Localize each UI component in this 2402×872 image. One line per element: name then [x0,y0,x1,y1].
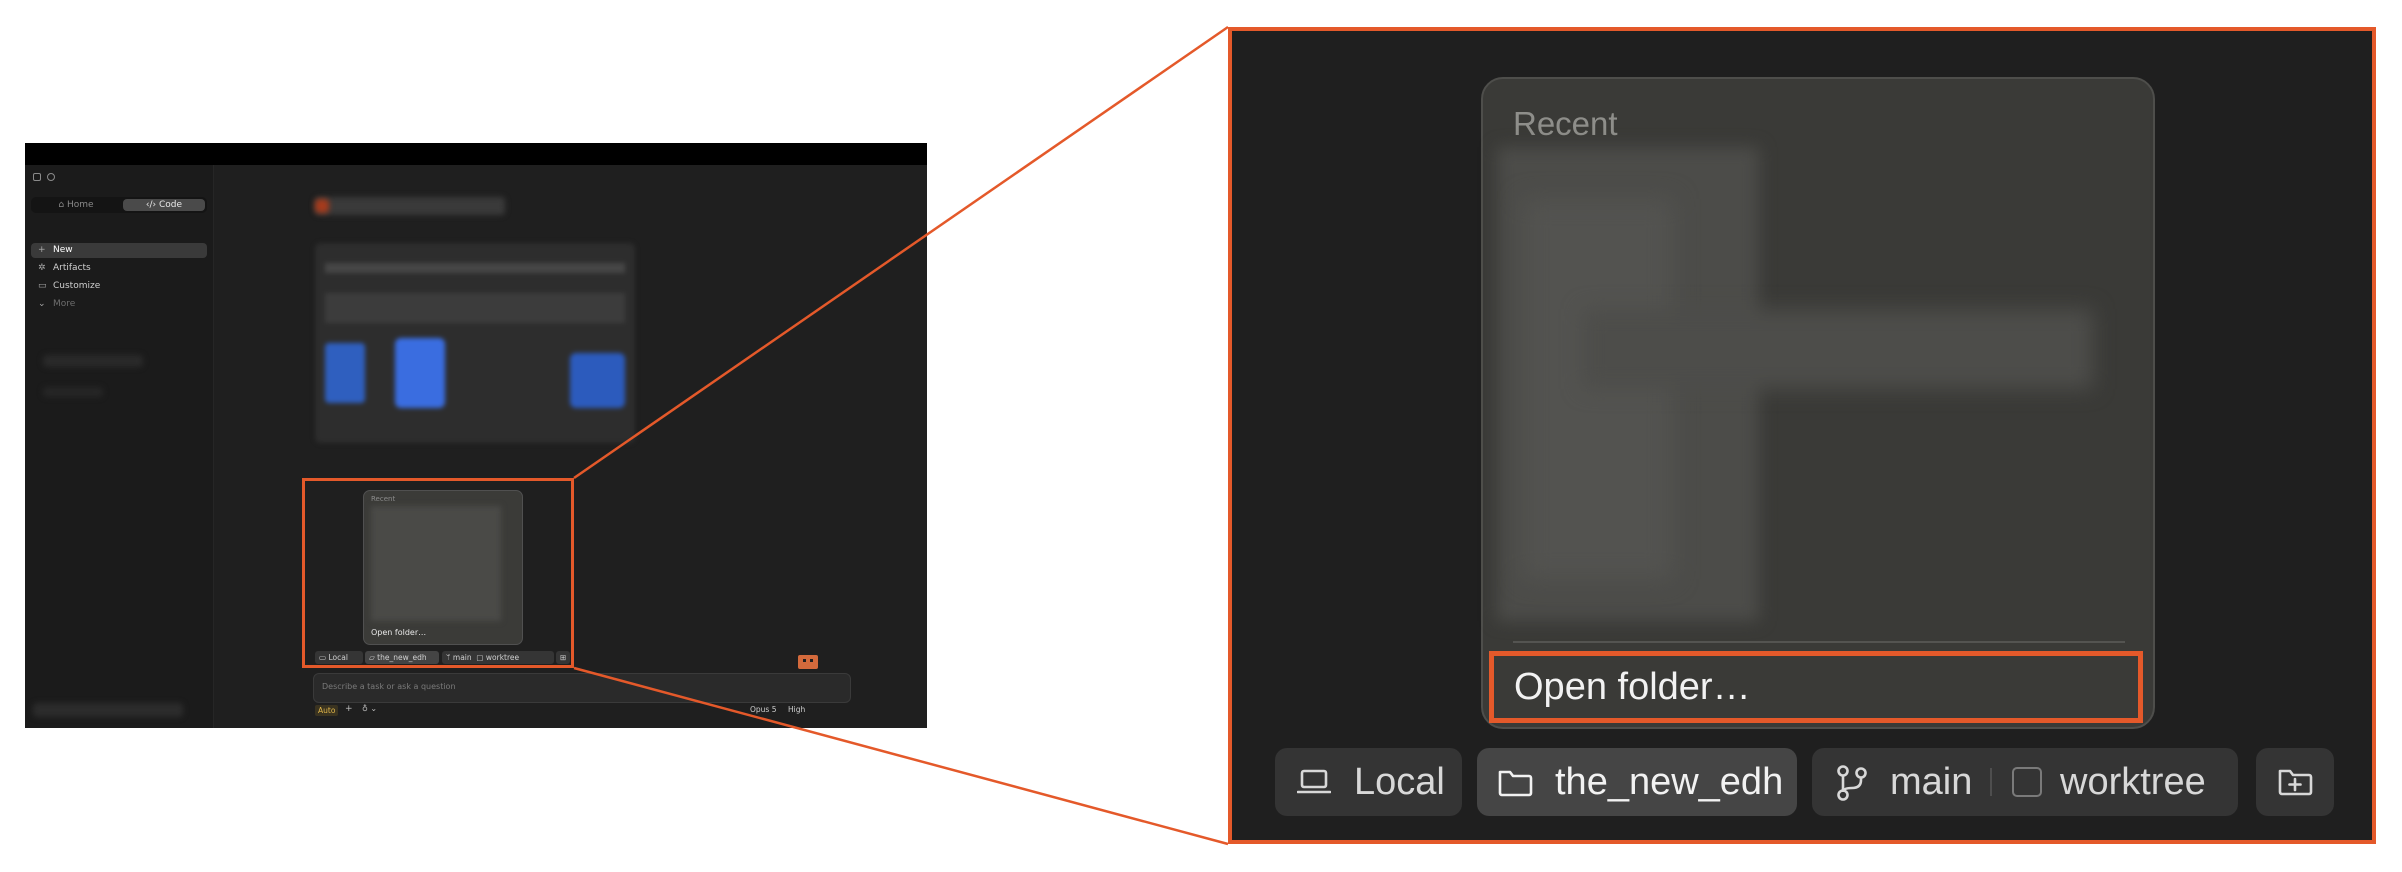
folder-label: the_new_edh [1555,761,1784,803]
model-selector[interactable]: Opus 5 [750,705,776,714]
zoom-source-highlight [302,478,574,668]
chevron-down-icon: ⌄ [38,299,46,309]
blurred-heading-icon [315,199,329,213]
local-label: Local [1354,761,1445,803]
sidebar-item-new[interactable]: + New [31,243,207,258]
chip-divider [1990,768,1992,796]
branch-label: main [1890,761,1973,803]
title-bar [25,143,927,165]
sidebar-toggle-icon[interactable] [33,173,41,181]
blurred-session-item [43,387,103,397]
worktree-checkbox[interactable] [2012,767,2042,797]
sidebar-item-more[interactable]: ⌄ More [31,297,207,312]
plus-icon: + [38,245,46,255]
sidebar-item-customize[interactable]: ▭ Customize [31,279,207,294]
blurred-heading [315,197,505,215]
new-folder-button[interactable] [2256,748,2334,816]
sidebar-item-artifacts[interactable]: ✲ Artifacts [31,261,207,276]
mode-badge[interactable]: Auto [315,705,339,716]
search-icon[interactable] [47,173,55,181]
mic-icon[interactable]: ♁ ⌄ [362,704,377,713]
recent-popup: Recent Open folder… [1481,77,2155,729]
tab-home[interactable]: ⌂ Home [35,199,117,211]
sidebar-item-label: New [53,245,73,255]
divider [1513,641,2125,643]
tab-code-label: Code [159,200,183,210]
folder-icon [1498,770,1533,797]
customize-icon: ▭ [38,281,47,291]
blurred-session-list [43,355,143,367]
effort-selector[interactable]: High [788,705,805,714]
add-icon[interactable]: + [345,704,353,714]
artifacts-icon: ✲ [38,263,46,273]
prompt-input[interactable]: Describe a task or ask a question [313,673,851,703]
sidebar-item-label: More [53,299,76,309]
folder-chip[interactable]: the_new_edh [1477,748,1797,816]
folder-plus-icon [2278,769,2313,796]
mascot-icon [798,655,818,669]
local-chip[interactable]: Local [1275,748,1462,816]
sidebar-item-label: Artifacts [53,263,91,273]
laptop-icon [1297,769,1331,794]
worktree-label: worktree [2060,761,2206,803]
open-folder-item[interactable]: Open folder… [1489,651,2143,723]
sidebar-item-label: Customize [53,281,101,291]
blurred-recent-list [1523,199,1673,579]
mode-switch: ⌂ Home ‹/› Code [31,197,207,213]
blurred-recent-list [1583,309,2093,389]
tab-code[interactable]: ‹/› Code [123,199,205,211]
open-folder-label: Open folder… [1514,666,1751,708]
blurred-preview [315,243,635,443]
branch-chip[interactable]: main worktree [1812,748,2238,816]
tab-home-label: Home [67,200,94,210]
prompt-placeholder: Describe a task or ask a question [322,682,456,691]
blurred-user [33,703,183,717]
sidebar: ⌂ Home ‹/› Code + New ✲ Artifacts ▭ Cust… [25,165,214,728]
zoom-panel: Recent Open folder… Local the_new_edh ma… [1228,27,2376,844]
git-branch-icon [1837,765,1867,801]
recent-label: Recent [1513,105,1618,142]
